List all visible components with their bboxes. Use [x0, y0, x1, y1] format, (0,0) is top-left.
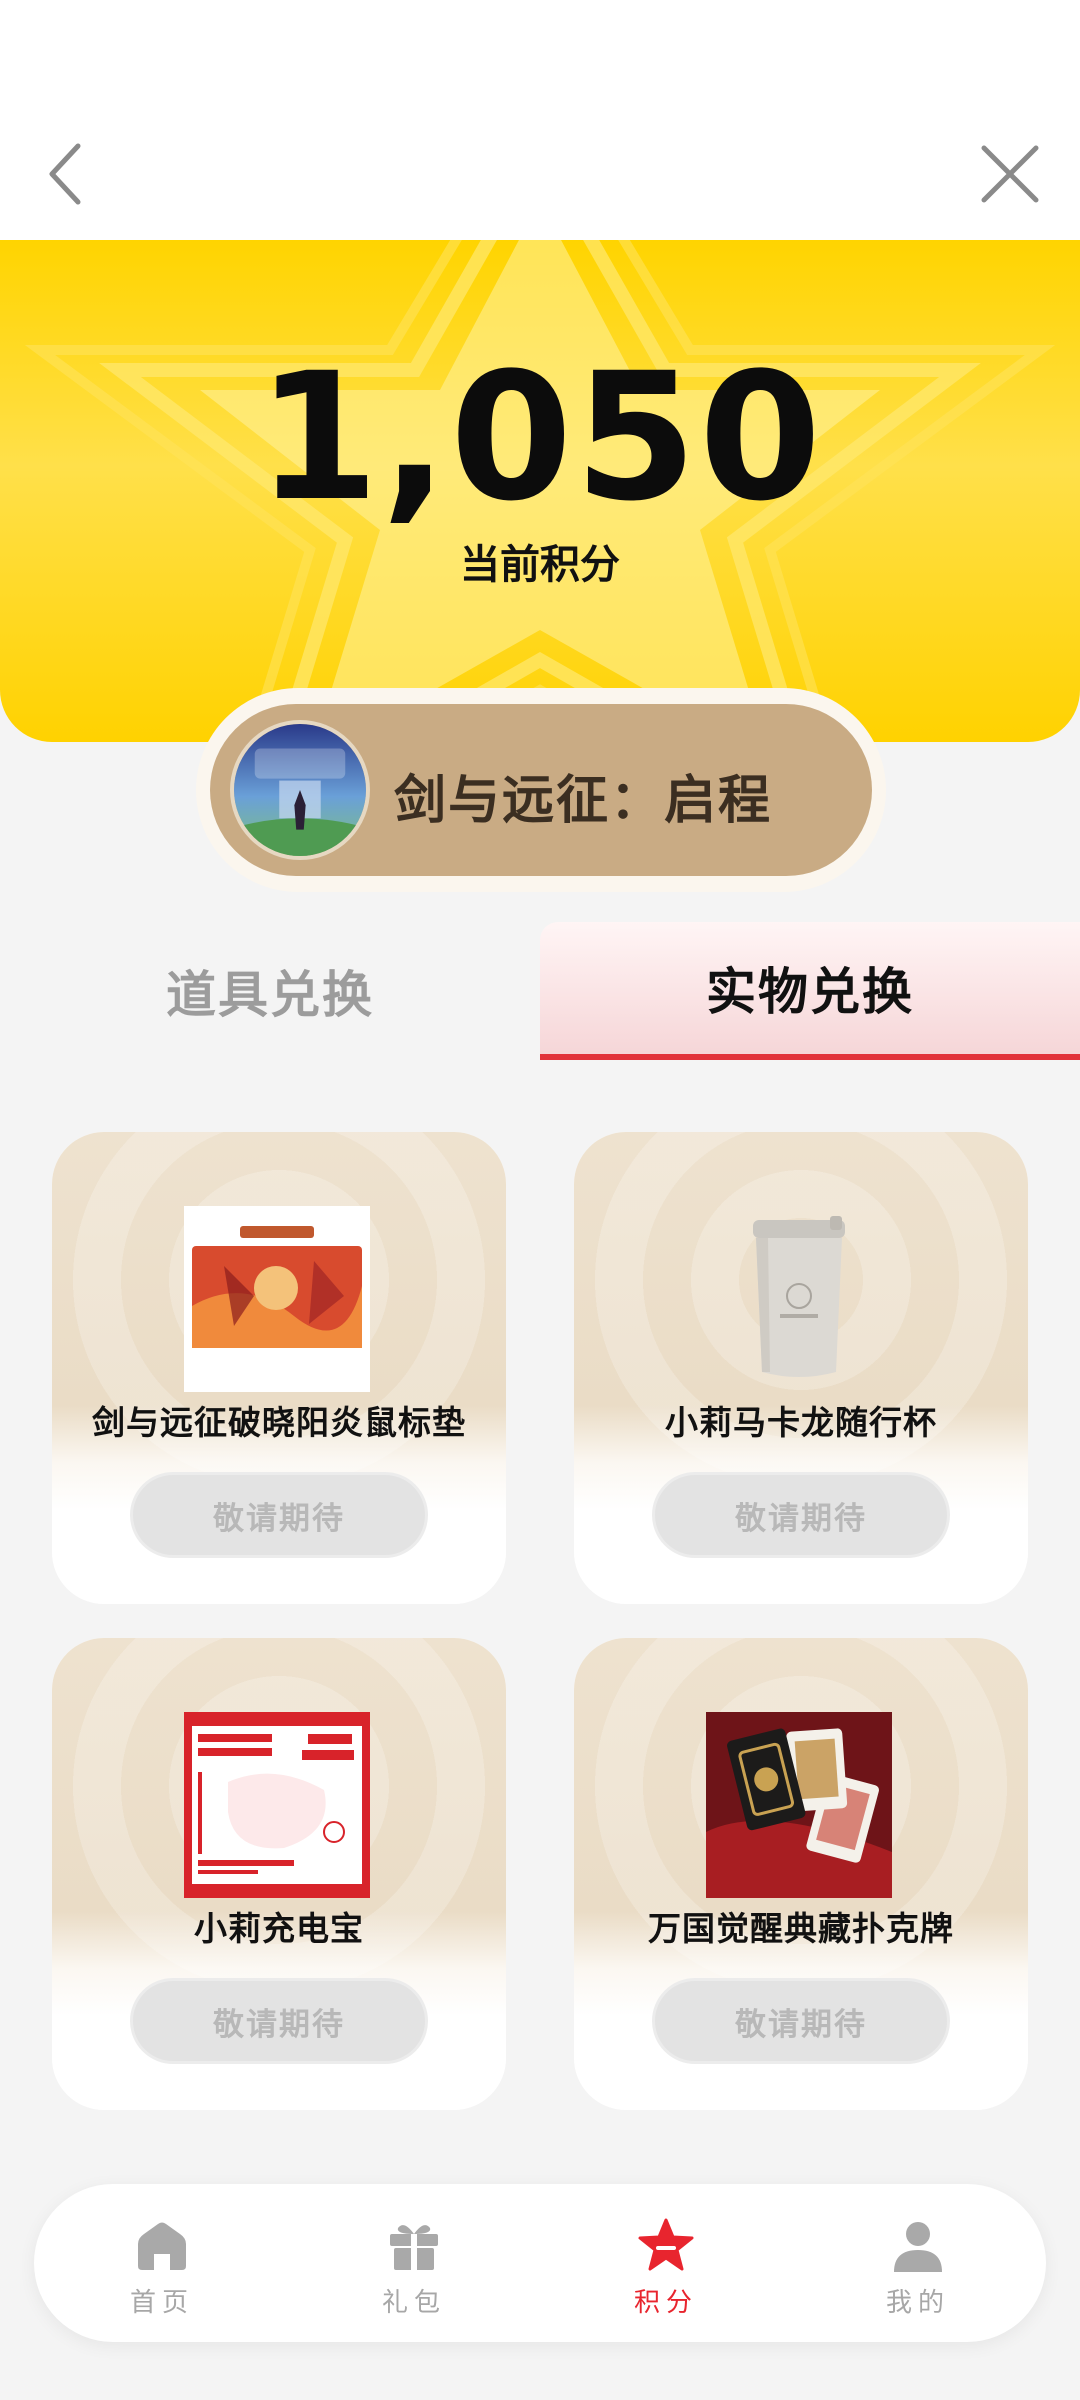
exchange-tabs: 道具兑换 实物兑换	[0, 922, 1080, 1060]
gift-icon	[384, 2216, 444, 2276]
product-title: 小莉充电宝	[194, 1909, 364, 1948]
tab-physical-exchange[interactable]: 实物兑换	[540, 922, 1080, 1060]
game-pill[interactable]: 剑与远征：启程	[210, 704, 872, 876]
nav-item-home[interactable]: 首页	[82, 2184, 242, 2342]
back-button[interactable]	[30, 138, 102, 210]
chevron-left-icon	[49, 143, 81, 205]
product-title: 小莉马卡龙随行杯	[665, 1403, 937, 1442]
coming-soon-button[interactable]: 敬请期待	[652, 1472, 950, 1558]
nav-item-profile[interactable]: 我的	[838, 2184, 998, 2342]
close-icon	[981, 145, 1039, 203]
coming-soon-button[interactable]: 敬请期待	[130, 1472, 428, 1558]
nav-label: 积分	[633, 2288, 698, 2318]
points-page: 1,050 当前积分 剑与远征：启程 道具兑换 实物兑换 剑与远征破晓阳炎鼠标垫…	[0, 0, 1080, 2400]
playing-cards-image	[706, 1712, 892, 1898]
star-icon	[636, 2216, 696, 2276]
product-title: 万国觉醒典藏扑克牌	[648, 1909, 954, 1948]
bottom-nav: 首页 礼包 积分 我的	[34, 2184, 1046, 2342]
nav-label: 礼包	[381, 2288, 446, 2318]
travel-cup-image	[706, 1206, 892, 1392]
mouse-pad-image	[184, 1206, 370, 1392]
points-value: 1,050	[256, 335, 824, 540]
product-title: 剑与远征破晓阳炎鼠标垫	[92, 1403, 466, 1442]
tab-item-exchange[interactable]: 道具兑换	[0, 922, 540, 1060]
nav-item-gift[interactable]: 礼包	[334, 2184, 494, 2342]
game-selector[interactable]: 剑与远征：启程	[196, 688, 886, 892]
nav-item-points[interactable]: 积分	[586, 2184, 746, 2342]
product-card[interactable]: 万国觉醒典藏扑克牌 敬请期待	[574, 1638, 1028, 2110]
home-icon	[132, 2216, 192, 2276]
coming-soon-button[interactable]: 敬请期待	[652, 1978, 950, 2064]
points-label: 当前积分	[460, 542, 620, 588]
product-card[interactable]: 小莉马卡龙随行杯 敬请期待	[574, 1132, 1028, 1604]
close-button[interactable]	[974, 138, 1046, 210]
game-logo	[230, 720, 370, 860]
product-card[interactable]: 小莉充电宝 敬请期待	[52, 1638, 506, 2110]
nav-label: 首页	[129, 2288, 194, 2318]
coming-soon-button[interactable]: 敬请期待	[130, 1978, 428, 2064]
user-icon	[888, 2216, 948, 2276]
top-bar	[0, 0, 1080, 240]
product-card[interactable]: 剑与远征破晓阳炎鼠标垫 敬请期待	[52, 1132, 506, 1604]
nav-label: 我的	[885, 2288, 950, 2318]
game-name: 剑与远征：启程	[394, 771, 773, 831]
power-bank-image	[184, 1712, 370, 1898]
points-hero: 1,050 当前积分	[0, 240, 1080, 742]
